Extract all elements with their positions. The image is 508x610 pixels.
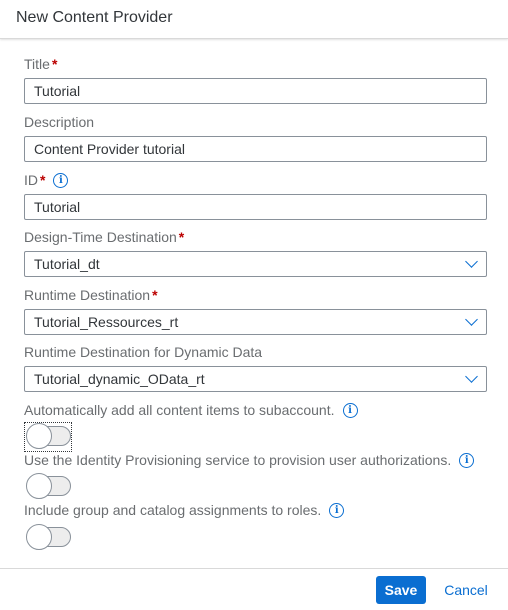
design-time-destination-label-text: Design-Time Destination [24,229,177,245]
required-mark: * [178,229,185,245]
runtime-destination-label: Runtime Destination * [24,285,487,305]
switch-knob [26,473,52,499]
runtime-destination-dynamic-label-text: Runtime Destination for Dynamic Data [24,344,263,360]
chevron-down-icon[interactable] [465,313,478,326]
description-input[interactable]: Content Provider tutorial [24,136,487,162]
cancel-button[interactable]: Cancel [436,576,496,604]
auto-add-switch[interactable] [26,423,71,449]
runtime-destination-dynamic-field-group: Runtime Destination for Dynamic Data Tut… [24,342,487,392]
dialog-title: New Content Provider [16,9,173,26]
info-icon[interactable]: i [459,452,475,468]
dialog-footer: Save Cancel [0,568,508,610]
required-mark: * [51,56,58,72]
design-time-destination-value: Tutorial_dt [34,256,100,272]
title-input[interactable]: Tutorial [24,78,487,104]
runtime-destination-dynamic-value: Tutorial_dynamic_OData_rt [34,371,205,387]
info-icon[interactable]: i [329,502,345,518]
identity-provisioning-switch-group: Use the Identity Provisioning service to… [24,450,487,470]
id-input[interactable]: Tutorial [24,194,487,220]
id-input-value: Tutorial [34,199,81,215]
info-icon[interactable]: i [342,402,358,418]
runtime-destination-dynamic-label: Runtime Destination for Dynamic Data [24,342,487,362]
identity-provisioning-switch[interactable] [26,473,71,499]
chevron-down-icon[interactable] [465,370,478,383]
identity-provisioning-label-text: Use the Identity Provisioning service to… [24,452,452,468]
required-mark: * [40,172,46,188]
design-time-destination-field-group: Design-Time Destination * Tutorial_dt [24,227,487,277]
runtime-destination-select[interactable]: Tutorial_Ressources_rt [24,309,487,335]
description-label-text: Description [24,114,95,130]
switch-knob [26,423,52,449]
group-catalog-label-text: Include group and catalog assignments to… [24,502,322,518]
auto-add-label-text: Automatically add all content items to s… [24,402,335,418]
design-time-destination-select[interactable]: Tutorial_dt [24,251,487,277]
title-field-group: Title * Tutorial [24,54,487,104]
description-label: Description [24,112,487,132]
save-button[interactable]: Save [376,576,426,604]
auto-add-switch-group: Automatically add all content items to s… [24,400,487,420]
dialog-header: New Content Provider [0,0,508,39]
identity-provisioning-label: Use the Identity Provisioning service to… [24,450,487,470]
chevron-down-icon[interactable] [465,255,478,268]
dialog-content: Title * Tutorial Description Content Prov… [0,39,508,568]
id-label: ID * i [24,170,487,190]
auto-add-label: Automatically add all content items to s… [24,400,487,420]
new-content-provider-dialog: New Content Provider Title * Tutorial Des… [0,0,508,609]
id-label-text: ID [24,172,38,188]
design-time-destination-label: Design-Time Destination * [24,227,487,247]
title-label-text: Title [24,56,50,72]
group-catalog-switch[interactable] [26,524,71,550]
runtime-destination-field-group: Runtime Destination * Tutorial_Ressources… [24,285,487,335]
description-input-value: Content Provider tutorial [34,141,185,157]
title-input-value: Tutorial [34,83,81,99]
runtime-destination-dynamic-select[interactable]: Tutorial_dynamic_OData_rt [24,366,487,392]
title-label: Title * [24,54,487,74]
group-catalog-switch-group: Include group and catalog assignments to… [24,500,487,520]
required-mark: * [152,287,158,303]
switch-knob [26,524,52,550]
info-icon[interactable]: i [53,172,69,188]
group-catalog-label: Include group and catalog assignments to… [24,500,487,520]
description-field-group: Description Content Provider tutorial [24,112,487,162]
id-field-group: ID * i Tutorial [24,170,487,220]
runtime-destination-value: Tutorial_Ressources_rt [34,314,179,330]
runtime-destination-label-text: Runtime Destination [24,287,151,303]
